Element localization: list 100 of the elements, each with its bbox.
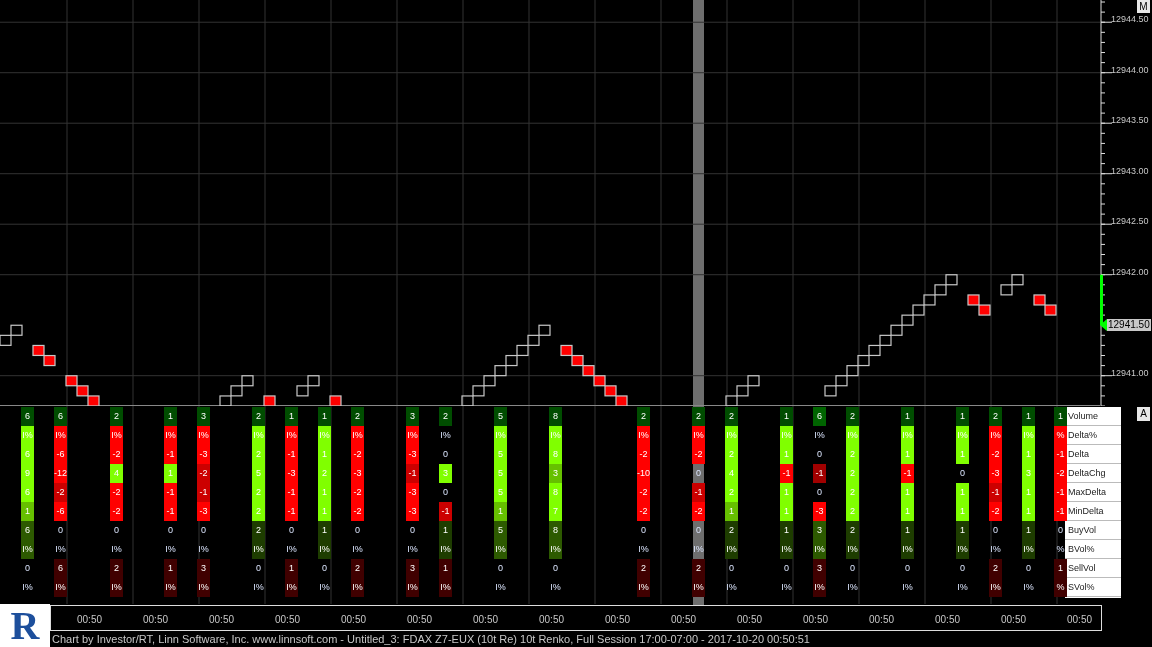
up-brick — [824, 385, 837, 397]
time-label: 00:50 — [143, 614, 169, 625]
table-cell: I% — [439, 578, 452, 597]
table-cell: 4 — [725, 464, 738, 483]
down-brick — [615, 395, 628, 406]
time-label: 00:50 — [341, 614, 367, 625]
table-cell: 1 — [901, 445, 914, 464]
table-cell: 5 — [494, 407, 507, 426]
table-cell: 3 — [813, 521, 826, 540]
down-brick — [329, 395, 342, 406]
table-cell: 1 — [956, 407, 969, 426]
table-cell: -2 — [351, 502, 364, 521]
table-cell-text: 0 — [442, 448, 449, 461]
up-brick — [538, 324, 551, 336]
table-cell: -1 — [285, 445, 298, 464]
down-brick — [87, 395, 100, 406]
table-cell: I% — [252, 426, 265, 445]
table-cell: 1 — [780, 502, 793, 521]
table-cell: 8 — [549, 521, 562, 540]
row-label: Delta% — [1065, 426, 1121, 445]
table-cell: -2 — [637, 483, 650, 502]
table-cell: -1 — [197, 483, 210, 502]
table-cell: 2 — [439, 407, 452, 426]
time-label: 00:50 — [473, 614, 499, 625]
up-brick — [505, 354, 518, 367]
table-cell: I% — [901, 426, 914, 445]
table-cell: -1 — [285, 483, 298, 502]
table-cell: -1 — [439, 502, 452, 521]
table-cell-text: I% — [780, 581, 793, 594]
table-cell: % — [1054, 426, 1067, 445]
table-cell: 3 — [197, 407, 210, 426]
table-cell: I% — [549, 540, 562, 559]
table-cell: I% — [164, 578, 177, 597]
up-brick — [736, 385, 749, 397]
table-cell-text: I% — [54, 543, 67, 556]
table-cell-text: 0 — [783, 562, 790, 575]
table-cell: -3 — [406, 502, 419, 521]
table-cell: I% — [846, 426, 859, 445]
table-cell: -2 — [351, 483, 364, 502]
table-cell: I% — [318, 426, 331, 445]
table-cell: 1 — [164, 559, 177, 578]
auto-scale-button[interactable]: A — [1137, 407, 1150, 421]
time-label: 00:50 — [77, 614, 103, 625]
up-brick — [945, 274, 958, 286]
table-cell: 3 — [406, 407, 419, 426]
table-cell: 2 — [989, 407, 1002, 426]
table-cell: 2 — [351, 407, 364, 426]
down-brick — [76, 385, 89, 397]
table-cell-text: 0 — [409, 524, 416, 537]
table-cell-text: 0 — [354, 524, 361, 537]
down-brick — [65, 375, 78, 387]
table-cell: -2 — [110, 445, 123, 464]
table-cell: 1 — [1022, 445, 1035, 464]
price-label: 12942.50 — [1111, 216, 1149, 227]
time-label: 00:50 — [605, 614, 631, 625]
time-label: 00:50 — [407, 614, 433, 625]
table-cell-text: I% — [164, 543, 177, 556]
table-cell-text: I% — [439, 429, 452, 442]
table-cell: -1 — [406, 464, 419, 483]
row-label: Delta — [1065, 445, 1121, 464]
table-cell-text: 0 — [728, 562, 735, 575]
table-cell: 2 — [725, 483, 738, 502]
table-cell: I% — [549, 426, 562, 445]
table-cell: 3 — [406, 559, 419, 578]
table-cell: I% — [813, 578, 826, 597]
table-cell: I% — [252, 540, 265, 559]
table-cell: 1 — [780, 483, 793, 502]
table-cell: I% — [21, 540, 34, 559]
table-cell-text: 0 — [497, 562, 504, 575]
up-brick — [912, 304, 925, 316]
table-cell: 1 — [494, 502, 507, 521]
table-cell: I% — [846, 540, 859, 559]
row-label: SVol% — [1065, 578, 1121, 597]
time-label: 00:50 — [539, 614, 565, 625]
table-cell: -1 — [285, 502, 298, 521]
table-cell-text: 0 — [849, 562, 856, 575]
table-cell: I% — [989, 426, 1002, 445]
table-cell: 1 — [901, 483, 914, 502]
up-brick — [1000, 284, 1013, 296]
up-brick — [934, 284, 947, 296]
table-cell: -1 — [692, 483, 705, 502]
up-brick — [868, 344, 881, 357]
last-price-arrow-icon — [1100, 319, 1107, 332]
time-label: 00:50 — [1067, 614, 1093, 625]
table-cell: 2 — [637, 559, 650, 578]
table-cell-text: 0 — [640, 524, 647, 537]
table-cell: 3 — [549, 464, 562, 483]
scale-mode-button[interactable]: M — [1137, 0, 1150, 13]
table-cell: I% — [54, 578, 67, 597]
table-cell: 6 — [54, 559, 67, 578]
table-cell: 2 — [692, 559, 705, 578]
table-cell: 6 — [21, 521, 34, 540]
table-cell: I% — [956, 540, 969, 559]
table-cell: I% — [110, 426, 123, 445]
row-label: DeltaChg — [1065, 464, 1121, 483]
table-cell: 1 — [318, 502, 331, 521]
table-cell-text: I% — [813, 429, 826, 442]
up-brick — [296, 385, 309, 397]
table-cell: I% — [780, 540, 793, 559]
table-cell: 9 — [21, 464, 34, 483]
